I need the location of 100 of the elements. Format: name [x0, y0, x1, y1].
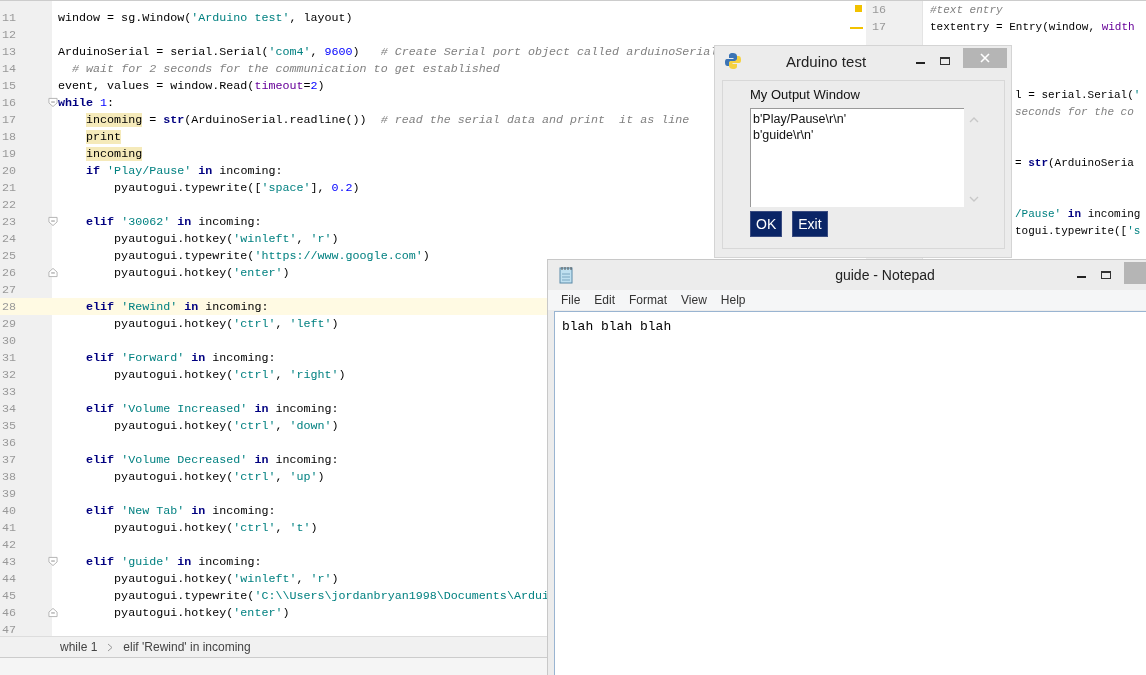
menu-item[interactable]: Edit — [587, 293, 623, 307]
code-line: elif 'New Tab' in incoming: — [85, 503, 276, 518]
code-line: elif 'Forward' in incoming: — [85, 350, 276, 365]
line-number: 14 — [1, 61, 18, 76]
code-line: #text entry — [930, 3, 1003, 16]
code-line: while 1: — [58, 95, 115, 110]
chevron-right-icon — [107, 642, 114, 652]
line-number: 42 — [1, 537, 18, 552]
code-line: pyautogui.hotkey('winleft', 'r') — [113, 231, 339, 246]
fold-end-icon[interactable] — [48, 607, 58, 618]
line-number: 38 — [1, 469, 18, 484]
code-line: # wait for 2 seconds for the communication to get established — [71, 61, 500, 76]
code-line: event, values = window.Read(timeout=2) — [58, 78, 325, 93]
code-line: togui.typewrite(['s — [1015, 224, 1141, 237]
output-box[interactable]: b'Play/Pause\r\n' b'guide\r\n' — [750, 108, 964, 207]
line-number: 20 — [1, 163, 18, 178]
line-number: 16 — [1, 95, 18, 110]
code-line: pyautogui.hotkey('ctrl', 't') — [113, 520, 318, 535]
breadcrumb[interactable]: elif 'Rewind' in incoming — [123, 640, 251, 654]
line-number: 22 — [1, 197, 18, 212]
line-number: 24 — [1, 231, 18, 246]
line-number: 17 — [1, 112, 18, 127]
fold-icon[interactable] — [48, 216, 58, 227]
ok-button[interactable]: OK — [750, 211, 783, 237]
menu-item[interactable]: File — [554, 293, 588, 307]
line-number: 26 — [1, 265, 18, 280]
code-line: elif '30062' in incoming: — [85, 214, 262, 229]
code-line: elif 'Volume Decreased' in incoming: — [85, 452, 339, 467]
line-number: 33 — [1, 384, 18, 399]
line-number: 11 — [1, 10, 18, 25]
scroll-down-icon[interactable] — [969, 196, 979, 203]
maximize-icon[interactable] — [939, 56, 951, 66]
line-number: 47 — [1, 622, 18, 636]
code-line: pyautogui.typewrite(['space'], 0.2) — [113, 180, 360, 195]
output-line: b'Play/Pause\r\n' — [753, 111, 848, 127]
code-line: pyautogui.hotkey('ctrl', 'down') — [113, 418, 339, 433]
maximize-icon[interactable] — [1100, 270, 1112, 280]
line-number: 19 — [1, 146, 18, 161]
line-number: 32 — [1, 367, 18, 382]
menu-item[interactable]: View — [674, 293, 714, 307]
close-icon[interactable] — [980, 53, 990, 63]
line-number: 21 — [1, 180, 18, 195]
warning-marker[interactable] — [855, 5, 862, 12]
fold-end-icon[interactable] — [48, 267, 58, 278]
code-line: = str(ArduinoSeria — [1015, 156, 1134, 169]
fold-icon[interactable] — [48, 97, 58, 108]
text-area[interactable]: blah blah blah — [554, 311, 1146, 675]
exit-button[interactable]: Exit — [792, 211, 828, 237]
code-line: pyautogui.hotkey('ctrl', 'right') — [113, 367, 346, 382]
menu-item[interactable]: Help — [713, 293, 753, 307]
line-number: 25 — [1, 248, 18, 263]
window-title: guide - Notepad — [834, 267, 936, 283]
line-number: 43 — [1, 554, 18, 569]
line-number: 36 — [1, 435, 18, 450]
line-number: 12 — [1, 27, 18, 42]
code-line: pyautogui.typewrite('C:\\Users\jordanbryan1998\Documents\Ardui — [113, 588, 549, 603]
code-line: pyautogui.hotkey('ctrl', 'up') — [113, 469, 325, 484]
code-line: l = serial.Serial(' — [1015, 88, 1141, 101]
fold-icon[interactable] — [48, 556, 58, 567]
code-line: pyautogui.typewrite('https://www.google.com') — [113, 248, 430, 263]
code-line: incoming = str(ArduinoSerial.readline()) # read the serial data and print it as line — [85, 112, 690, 127]
line-number: 45 — [1, 588, 18, 603]
line-number: 13 — [1, 44, 18, 59]
line-number: 27 — [1, 282, 18, 297]
code-line: if 'Play/Pause' in incoming: — [85, 163, 283, 178]
code-line: pyautogui.hotkey('enter') — [113, 265, 290, 280]
code-line: elif 'Volume Increased' in incoming: — [85, 401, 339, 416]
menu-item[interactable]: Format — [622, 293, 675, 307]
code-line: elif 'guide' in incoming: — [85, 554, 262, 569]
line-number: 29 — [1, 316, 18, 331]
app-icon — [724, 52, 742, 70]
breadcrumb[interactable]: while 1 — [60, 640, 98, 654]
code-line: /Pause' in incoming — [1015, 207, 1141, 220]
document-text: blah blah blah — [562, 319, 672, 334]
window-title: Arduino test — [786, 52, 868, 70]
line-number: 35 — [1, 418, 18, 433]
code-line: pyautogui.hotkey('winleft', 'r') — [113, 571, 339, 586]
code-line: ArduinoSerial = serial.Serial('com4', 9600) # Create Serial port object called arduinoSerial — [58, 44, 718, 59]
line-number: 28 — [1, 299, 18, 314]
code-line: textentry = Entry(window, width — [930, 20, 1135, 33]
code-line: seconds for the co — [1015, 105, 1134, 118]
code-line: pyautogui.hotkey('ctrl', 'left') — [113, 316, 339, 331]
line-number: 18 — [1, 129, 18, 144]
change-marker[interactable] — [850, 27, 863, 29]
line-number: 34 — [1, 401, 18, 416]
line-number: 39 — [1, 486, 18, 501]
output-line: b'guide\r\n' — [753, 127, 815, 143]
line-number: 16 — [871, 2, 888, 17]
notebook-icon — [558, 266, 574, 284]
scroll-up-icon[interactable] — [969, 116, 979, 123]
line-number: 30 — [1, 333, 18, 348]
line-number: 15 — [1, 78, 18, 93]
line-number: 41 — [1, 520, 18, 535]
line-number: 31 — [1, 350, 18, 365]
code-line: elif 'Rewind' in incoming: — [85, 299, 269, 314]
line-number: 23 — [1, 214, 18, 229]
line-number: 37 — [1, 452, 18, 467]
line-number: 40 — [1, 503, 18, 518]
line-number: 17 — [871, 19, 888, 34]
close-button[interactable] — [963, 48, 1007, 68]
